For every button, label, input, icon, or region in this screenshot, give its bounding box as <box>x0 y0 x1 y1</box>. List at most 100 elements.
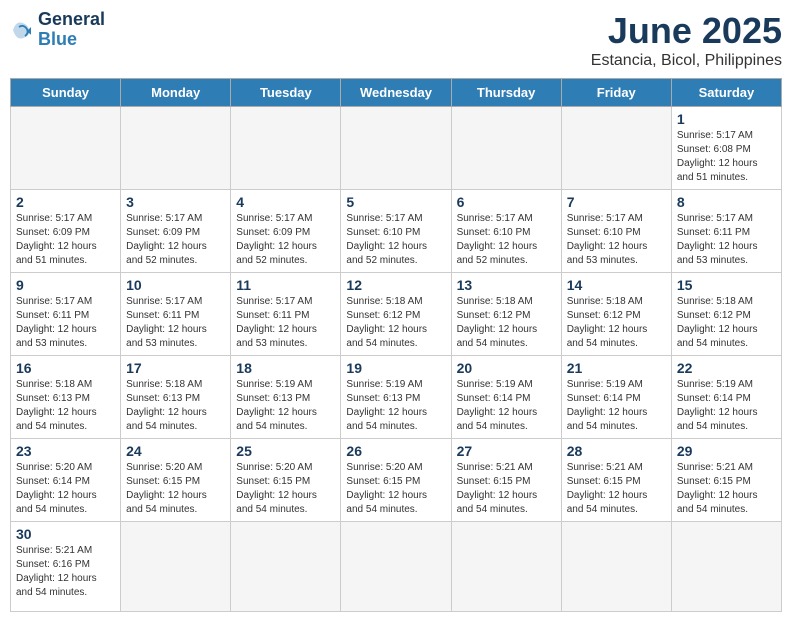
day-number: 6 <box>457 194 556 210</box>
day-info: Sunrise: 5:17 AMSunset: 6:09 PMDaylight:… <box>126 212 225 268</box>
calendar-subtitle: Estancia, Bicol, Philippines <box>591 52 782 70</box>
calendar-cell <box>451 107 561 190</box>
day-info: Sunrise: 5:18 AMSunset: 6:12 PMDaylight:… <box>457 295 556 351</box>
calendar-cell: 9 Sunrise: 5:17 AMSunset: 6:11 PMDaylight… <box>11 273 121 356</box>
day-info: Sunrise: 5:18 AMSunset: 6:13 PMDaylight:… <box>16 378 115 434</box>
calendar-week-row: 2 Sunrise: 5:17 AMSunset: 6:09 PMDaylight… <box>11 190 782 273</box>
column-header-saturday: Saturday <box>671 79 781 107</box>
day-number: 14 <box>567 277 666 293</box>
column-header-thursday: Thursday <box>451 79 561 107</box>
day-number: 3 <box>126 194 225 210</box>
day-info: Sunrise: 5:17 AMSunset: 6:08 PMDaylight:… <box>677 129 776 185</box>
day-info: Sunrise: 5:17 AMSunset: 6:11 PMDaylight:… <box>126 295 225 351</box>
column-header-sunday: Sunday <box>11 79 121 107</box>
calendar-cell: 23Sunrise: 5:20 AMSunset: 6:14 PMDayligh… <box>11 439 121 522</box>
day-info: Sunrise: 5:21 AMSunset: 6:15 PMDaylight:… <box>457 461 556 517</box>
day-number: 15 <box>677 277 776 293</box>
calendar-cell: 8Sunrise: 5:17 AMSunset: 6:11 PMDaylight… <box>671 190 781 273</box>
calendar-week-row: 30 Sunrise: 5:21 AMSunset: 6:16 PMDayligh… <box>11 522 782 612</box>
calendar-cell <box>11 107 121 190</box>
calendar-cell <box>231 107 341 190</box>
day-info: Sunrise: 5:17 AMSunset: 6:09 PMDaylight:… <box>236 212 335 268</box>
calendar-cell: 19 Sunrise: 5:19 AMSunset: 6:13 PMDayligh… <box>341 356 451 439</box>
day-info: Sunrise: 5:17 AMSunset: 6:11 PMDaylight:… <box>16 295 115 351</box>
column-header-wednesday: Wednesday <box>341 79 451 107</box>
calendar-cell <box>671 522 781 612</box>
calendar-cell: 6 Sunrise: 5:17 AMSunset: 6:10 PMDaylight… <box>451 190 561 273</box>
day-number: 26 <box>346 443 445 459</box>
calendar-cell: 27 Sunrise: 5:21 AMSunset: 6:15 PMDayligh… <box>451 439 561 522</box>
calendar-cell: 12 Sunrise: 5:18 AMSunset: 6:12 PMDayligh… <box>341 273 451 356</box>
day-info: Sunrise: 5:18 AMSunset: 6:12 PMDaylight:… <box>346 295 445 351</box>
day-info: Sunrise: 5:19 AMSunset: 6:13 PMDaylight:… <box>236 378 335 434</box>
calendar-cell: 10 Sunrise: 5:17 AMSunset: 6:11 PMDayligh… <box>121 273 231 356</box>
calendar-cell: 20 Sunrise: 5:19 AMSunset: 6:14 PMDayligh… <box>451 356 561 439</box>
day-info: Sunrise: 5:21 AMSunset: 6:16 PMDaylight:… <box>16 544 115 600</box>
calendar-cell: 24Sunrise: 5:20 AMSunset: 6:15 PMDayligh… <box>121 439 231 522</box>
calendar-week-row: 16Sunrise: 5:18 AMSunset: 6:13 PMDayligh… <box>11 356 782 439</box>
day-number: 2 <box>16 194 115 210</box>
day-number: 23 <box>16 443 115 459</box>
day-info: Sunrise: 5:17 AMSunset: 6:10 PMDaylight:… <box>457 212 556 268</box>
day-info: Sunrise: 5:19 AMSunset: 6:14 PMDaylight:… <box>567 378 666 434</box>
calendar-cell <box>341 522 451 612</box>
calendar-cell: 22 Sunrise: 5:19 AMSunset: 6:14 PMDayligh… <box>671 356 781 439</box>
day-number: 29 <box>677 443 776 459</box>
day-number: 19 <box>346 360 445 376</box>
calendar-cell: 18 Sunrise: 5:19 AMSunset: 6:13 PMDayligh… <box>231 356 341 439</box>
calendar-cell: 7Sunrise: 5:17 AMSunset: 6:10 PMDaylight… <box>561 190 671 273</box>
calendar-cell <box>121 522 231 612</box>
day-number: 7 <box>567 194 666 210</box>
day-number: 11 <box>236 277 335 293</box>
calendar-cell <box>451 522 561 612</box>
day-info: Sunrise: 5:20 AMSunset: 6:15 PMDaylight:… <box>346 461 445 517</box>
calendar-cell: 11 Sunrise: 5:17 AMSunset: 6:11 PMDayligh… <box>231 273 341 356</box>
calendar-cell: 28Sunrise: 5:21 AMSunset: 6:15 PMDayligh… <box>561 439 671 522</box>
calendar-title: June 2025 <box>591 10 782 52</box>
day-info: Sunrise: 5:17 AMSunset: 6:10 PMDaylight:… <box>346 212 445 268</box>
calendar-cell <box>231 522 341 612</box>
calendar-cell: 15Sunrise: 5:18 AMSunset: 6:12 PMDayligh… <box>671 273 781 356</box>
day-number: 18 <box>236 360 335 376</box>
day-number: 22 <box>677 360 776 376</box>
calendar-cell: 2Sunrise: 5:17 AMSunset: 6:09 PMDaylight… <box>11 190 121 273</box>
day-info: Sunrise: 5:17 AMSunset: 6:11 PMDaylight:… <box>236 295 335 351</box>
logo-line2: Blue <box>38 30 105 50</box>
day-number: 4 <box>236 194 335 210</box>
logo: General Blue <box>10 10 105 50</box>
column-header-tuesday: Tuesday <box>231 79 341 107</box>
day-info: Sunrise: 5:20 AMSunset: 6:15 PMDaylight:… <box>236 461 335 517</box>
calendar-cell: 25 Sunrise: 5:20 AMSunset: 6:15 PMDayligh… <box>231 439 341 522</box>
day-info: Sunrise: 5:18 AMSunset: 6:12 PMDaylight:… <box>567 295 666 351</box>
calendar-cell: 13 Sunrise: 5:18 AMSunset: 6:12 PMDayligh… <box>451 273 561 356</box>
calendar-cell: 14 Sunrise: 5:18 AMSunset: 6:12 PMDayligh… <box>561 273 671 356</box>
day-number: 10 <box>126 277 225 293</box>
day-number: 20 <box>457 360 556 376</box>
logo-icon <box>10 18 34 42</box>
calendar-cell: 30 Sunrise: 5:21 AMSunset: 6:16 PMDayligh… <box>11 522 121 612</box>
calendar-cell: 3 Sunrise: 5:17 AMSunset: 6:09 PMDaylight… <box>121 190 231 273</box>
calendar-header-row: SundayMondayTuesdayWednesdayThursdayFrid… <box>11 79 782 107</box>
day-number: 30 <box>16 526 115 542</box>
day-info: Sunrise: 5:19 AMSunset: 6:14 PMDaylight:… <box>677 378 776 434</box>
calendar-cell <box>341 107 451 190</box>
day-number: 27 <box>457 443 556 459</box>
day-number: 12 <box>346 277 445 293</box>
day-number: 28 <box>567 443 666 459</box>
day-number: 13 <box>457 277 556 293</box>
calendar-cell: 4 Sunrise: 5:17 AMSunset: 6:09 PMDaylight… <box>231 190 341 273</box>
calendar-week-row: 9 Sunrise: 5:17 AMSunset: 6:11 PMDaylight… <box>11 273 782 356</box>
day-number: 8 <box>677 194 776 210</box>
day-number: 25 <box>236 443 335 459</box>
day-number: 9 <box>16 277 115 293</box>
calendar-cell <box>561 522 671 612</box>
day-info: Sunrise: 5:19 AMSunset: 6:13 PMDaylight:… <box>346 378 445 434</box>
calendar-week-row: 23Sunrise: 5:20 AMSunset: 6:14 PMDayligh… <box>11 439 782 522</box>
calendar-cell: 26 Sunrise: 5:20 AMSunset: 6:15 PMDayligh… <box>341 439 451 522</box>
column-header-monday: Monday <box>121 79 231 107</box>
logo-line1: General <box>38 10 105 30</box>
day-number: 5 <box>346 194 445 210</box>
header: General Blue June 2025 Estancia, Bicol, … <box>10 10 782 70</box>
column-header-friday: Friday <box>561 79 671 107</box>
day-info: Sunrise: 5:19 AMSunset: 6:14 PMDaylight:… <box>457 378 556 434</box>
